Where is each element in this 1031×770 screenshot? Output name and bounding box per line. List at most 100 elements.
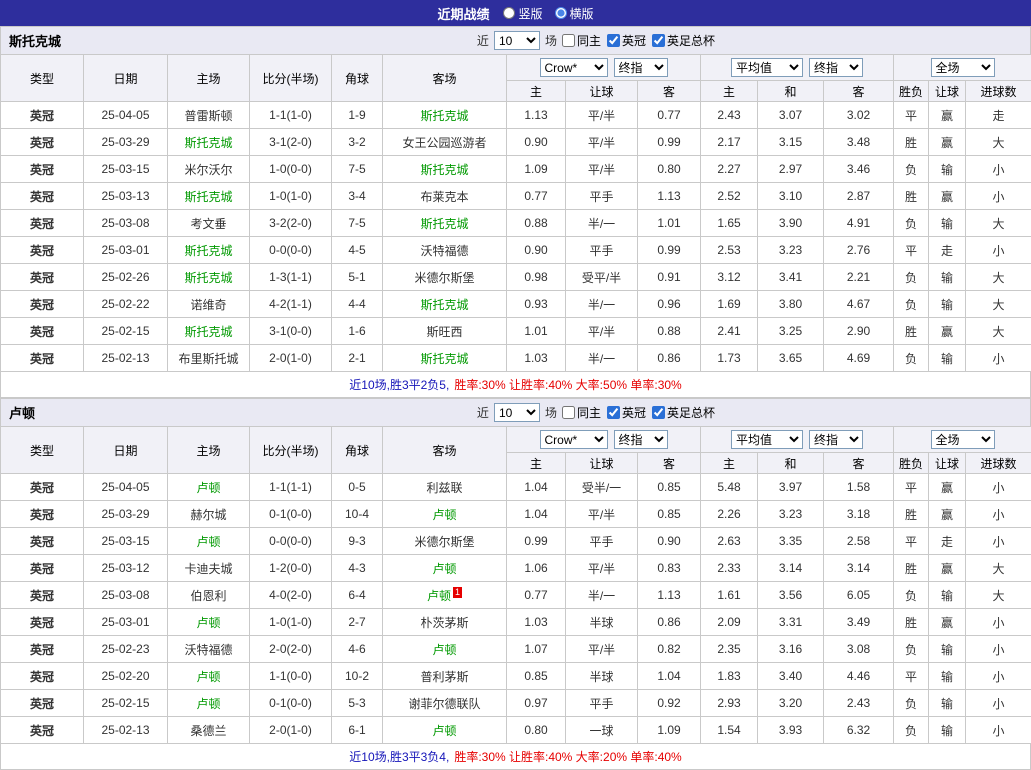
europe-period-select[interactable]: 终指	[809, 58, 863, 77]
result-outcome-cell: 负	[894, 264, 929, 291]
handicap-line-cell: 受半/一	[566, 474, 638, 501]
result-handicap-cell: 输	[929, 582, 966, 609]
europe-period-select[interactable]: 终指	[809, 430, 863, 449]
home-team-cell[interactable]: 普雷斯顿	[168, 102, 250, 129]
filter-checkbox-input[interactable]	[652, 34, 665, 47]
filter-checkbox-英足总杯[interactable]: 英足总杯	[652, 404, 715, 421]
handicap-home-odds-cell: 1.07	[507, 636, 566, 663]
away-team-cell[interactable]: 谢菲尔德联队	[383, 690, 507, 717]
home-team-cell[interactable]: 卢顿	[168, 663, 250, 690]
corner-cell: 2-7	[332, 609, 383, 636]
section-header: 卢顿 近 10 场 同主英冠英足总杯	[0, 398, 1031, 426]
layout-option-horizontal[interactable]: 横版	[555, 5, 594, 22]
away-team-cell[interactable]: 米德尔斯堡	[383, 264, 507, 291]
away-team-cell[interactable]: 斯托克城	[383, 291, 507, 318]
home-team-cell[interactable]: 沃特福德	[168, 636, 250, 663]
home-team-cell[interactable]: 诺维奇	[168, 291, 250, 318]
result-handicap-cell: 输	[929, 264, 966, 291]
filter-checkbox-英冠[interactable]: 英冠	[607, 32, 646, 49]
home-team-cell[interactable]: 斯托克城	[168, 237, 250, 264]
away-team-cell[interactable]: 斯托克城	[383, 210, 507, 237]
handicap-period-select[interactable]: 终指	[614, 430, 668, 449]
home-team-cell[interactable]: 卡迪夫城	[168, 555, 250, 582]
filter-checkbox-input[interactable]	[652, 406, 665, 419]
home-team-cell[interactable]: 卢顿	[168, 690, 250, 717]
league-type-cell: 英冠	[1, 582, 84, 609]
filter-checkbox-同主[interactable]: 同主	[562, 404, 601, 421]
avg-draw-odds-cell: 3.20	[758, 690, 824, 717]
filter-checkbox-input[interactable]	[562, 34, 575, 47]
away-team-cell[interactable]: 斯托克城	[383, 345, 507, 372]
away-team-cell[interactable]: 米德尔斯堡	[383, 528, 507, 555]
away-team-cell[interactable]: 沃特福德	[383, 237, 507, 264]
filter-checkbox-英足总杯[interactable]: 英足总杯	[652, 32, 715, 49]
away-team-cell[interactable]: 女王公园巡游者	[383, 129, 507, 156]
match-date-cell: 25-02-13	[84, 717, 168, 744]
filter-checkbox-input[interactable]	[607, 406, 620, 419]
layout-radios: 竖版横版	[503, 5, 593, 22]
result-goals-cell: 大	[966, 129, 1031, 156]
col-header-date: 日期	[84, 427, 168, 474]
away-team-cell[interactable]: 斯旺西	[383, 318, 507, 345]
match-count-select[interactable]: 10	[494, 403, 540, 422]
avg-away-odds-cell: 2.90	[824, 318, 894, 345]
layout-radio-input[interactable]	[503, 7, 515, 19]
home-team-cell[interactable]: 赫尔城	[168, 501, 250, 528]
home-team-cell[interactable]: 布里斯托城	[168, 345, 250, 372]
handicap-line-cell: 平手	[566, 528, 638, 555]
home-team-cell[interactable]: 卢顿	[168, 528, 250, 555]
away-team-cell[interactable]: 卢顿	[383, 636, 507, 663]
score-cell: 1-3(1-1)	[250, 264, 332, 291]
home-team-cell[interactable]: 米尔沃尔	[168, 156, 250, 183]
league-type-cell: 英冠	[1, 102, 84, 129]
result-outcome-cell: 平	[894, 663, 929, 690]
handicap-away-odds-cell: 0.92	[638, 690, 701, 717]
corner-cell: 9-3	[332, 528, 383, 555]
layout-radio-input[interactable]	[555, 7, 567, 19]
europe-source-select[interactable]: 平均值	[731, 430, 803, 449]
away-team-cell[interactable]: 布莱克本	[383, 183, 507, 210]
fullmatch-select[interactable]: 全场	[931, 430, 995, 449]
avg-home-odds-cell: 2.26	[701, 501, 758, 528]
match-count-select[interactable]: 10	[494, 31, 540, 50]
away-team-cell[interactable]: 利兹联	[383, 474, 507, 501]
match-row: 英冠25-02-23沃特福德2-0(2-0)4-6卢顿1.07平/半0.822.…	[1, 636, 1031, 663]
filter-checkbox-input[interactable]	[607, 34, 620, 47]
away-team-cell[interactable]: 斯托克城	[383, 156, 507, 183]
away-team-cell[interactable]: 卢顿	[383, 501, 507, 528]
home-team-cell[interactable]: 斯托克城	[168, 129, 250, 156]
away-team-cell[interactable]: 卢顿	[383, 555, 507, 582]
home-team-cell[interactable]: 桑德兰	[168, 717, 250, 744]
home-team-cell[interactable]: 卢顿	[168, 609, 250, 636]
away-team-cell[interactable]: 卢顿	[383, 717, 507, 744]
filter-checkbox-同主[interactable]: 同主	[562, 32, 601, 49]
handicap-source-select[interactable]: Crow*	[540, 430, 608, 449]
home-team-cell[interactable]: 斯托克城	[168, 264, 250, 291]
filter-checkbox-英冠[interactable]: 英冠	[607, 404, 646, 421]
filter-checkbox-label: 英冠	[622, 32, 646, 49]
result-handicap-cell: 赢	[929, 183, 966, 210]
away-team-cell[interactable]: 卢顿1	[383, 582, 507, 609]
score-cell: 3-2(2-0)	[250, 210, 332, 237]
league-type-cell: 英冠	[1, 690, 84, 717]
away-team-cell[interactable]: 斯托克城	[383, 102, 507, 129]
home-team-cell[interactable]: 卢顿	[168, 474, 250, 501]
avg-draw-odds-cell: 2.97	[758, 156, 824, 183]
col-header-handicap-away: 客	[638, 453, 701, 474]
away-team-cell[interactable]: 朴茨茅斯	[383, 609, 507, 636]
result-goals-cell: 大	[966, 264, 1031, 291]
europe-source-select[interactable]: 平均值	[731, 58, 803, 77]
handicap-source-select[interactable]: Crow*	[540, 58, 608, 77]
handicap-home-odds-cell: 0.99	[507, 528, 566, 555]
fullmatch-select[interactable]: 全场	[931, 58, 995, 77]
layout-option-vertical[interactable]: 竖版	[503, 5, 542, 22]
home-team-cell[interactable]: 斯托克城	[168, 183, 250, 210]
home-team-cell[interactable]: 考文垂	[168, 210, 250, 237]
handicap-period-select[interactable]: 终指	[614, 58, 668, 77]
filter-checkbox-input[interactable]	[562, 406, 575, 419]
home-team-cell[interactable]: 斯托克城	[168, 318, 250, 345]
home-team-cell[interactable]: 伯恩利	[168, 582, 250, 609]
away-team-cell[interactable]: 普利茅斯	[383, 663, 507, 690]
result-handicap-cell: 赢	[929, 609, 966, 636]
avg-home-odds-cell: 1.61	[701, 582, 758, 609]
